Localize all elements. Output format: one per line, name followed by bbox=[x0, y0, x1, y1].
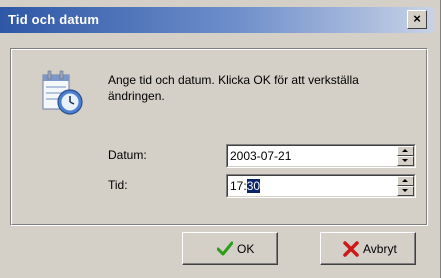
date-label: Datum: bbox=[108, 148, 147, 162]
clock-calendar-icon bbox=[42, 70, 83, 115]
x-icon bbox=[343, 241, 359, 257]
date-field[interactable]: 2003-07-21 bbox=[226, 144, 416, 168]
arrow-down-icon bbox=[402, 189, 408, 192]
arrow-down-icon bbox=[402, 159, 408, 162]
time-hours: 17: bbox=[230, 179, 247, 193]
date-value[interactable]: 2003-07-21 bbox=[230, 149, 291, 163]
date-spin-down-button[interactable] bbox=[397, 156, 414, 166]
dialog-window: Tid och datum × Ange tid och datum. Klic… bbox=[0, 0, 441, 278]
arrow-up-icon bbox=[402, 179, 408, 182]
checkmark-icon bbox=[217, 241, 233, 256]
close-icon: × bbox=[413, 11, 421, 26]
info-text: Ange tid och datum. Klicka OK för att ve… bbox=[108, 73, 359, 103]
window-title: Tid och datum bbox=[8, 12, 100, 27]
ok-button[interactable]: OK bbox=[182, 232, 278, 265]
close-button[interactable]: × bbox=[407, 10, 427, 29]
time-minutes-selected: 30 bbox=[246, 179, 261, 193]
time-field[interactable]: 17:30 bbox=[226, 174, 416, 198]
cancel-button-label: Avbryt bbox=[363, 242, 397, 256]
date-spinner bbox=[397, 146, 414, 166]
date-spin-up-button[interactable] bbox=[397, 146, 414, 156]
title-bar[interactable]: Tid och datum × bbox=[0, 7, 433, 33]
time-label: Tid: bbox=[108, 178, 128, 192]
time-spin-up-button[interactable] bbox=[397, 176, 414, 186]
time-value[interactable]: 17:30 bbox=[230, 179, 261, 193]
time-spinner bbox=[397, 176, 414, 196]
cancel-button[interactable]: Avbryt bbox=[320, 232, 416, 265]
time-spin-down-button[interactable] bbox=[397, 186, 414, 196]
ok-button-label: OK bbox=[237, 242, 255, 256]
arrow-up-icon bbox=[402, 149, 408, 152]
